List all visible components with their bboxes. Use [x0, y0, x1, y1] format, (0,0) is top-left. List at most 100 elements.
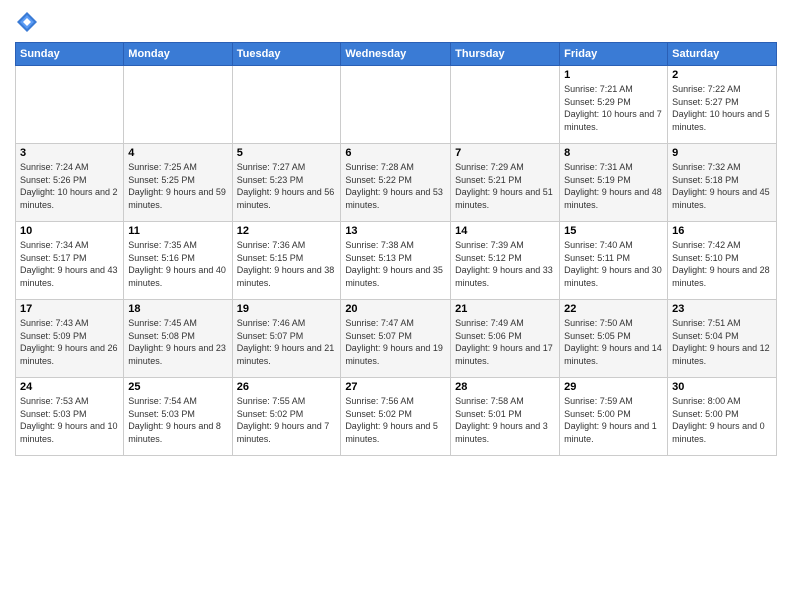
calendar-cell: 26 Sunrise: 7:55 AMSunset: 5:02 PMDayligh… [232, 378, 341, 456]
day-number: 9 [672, 147, 772, 159]
day-info: Sunrise: 7:59 AMSunset: 5:00 PMDaylight:… [564, 395, 663, 445]
day-header-wednesday: Wednesday [341, 43, 451, 66]
calendar-cell: 25 Sunrise: 7:54 AMSunset: 5:03 PMDayligh… [124, 378, 232, 456]
calendar-cell: 17 Sunrise: 7:43 AMSunset: 5:09 PMDayligh… [16, 300, 124, 378]
day-info: Sunrise: 7:40 AMSunset: 5:11 PMDaylight:… [564, 239, 663, 289]
calendar-cell [232, 66, 341, 144]
day-number: 29 [564, 381, 663, 393]
calendar-cell: 20 Sunrise: 7:47 AMSunset: 5:07 PMDayligh… [341, 300, 451, 378]
day-number: 5 [237, 147, 337, 159]
day-info: Sunrise: 7:53 AMSunset: 5:03 PMDaylight:… [20, 395, 119, 445]
calendar-cell: 9 Sunrise: 7:32 AMSunset: 5:18 PMDaylight… [668, 144, 777, 222]
calendar-cell: 14 Sunrise: 7:39 AMSunset: 5:12 PMDayligh… [451, 222, 560, 300]
day-number: 17 [20, 303, 119, 315]
logo-icon [15, 10, 39, 34]
calendar-cell: 22 Sunrise: 7:50 AMSunset: 5:05 PMDayligh… [560, 300, 668, 378]
day-header-saturday: Saturday [668, 43, 777, 66]
day-number: 23 [672, 303, 772, 315]
calendar-cell: 28Sunrise: 7:58 AMSunset: 5:01 PMDayligh… [451, 378, 560, 456]
calendar-cell: 8 Sunrise: 7:31 AMSunset: 5:19 PMDaylight… [560, 144, 668, 222]
day-info: Sunrise: 7:22 AMSunset: 5:27 PMDaylight:… [672, 83, 772, 133]
day-number: 25 [128, 381, 227, 393]
calendar-cell [124, 66, 232, 144]
calendar-cell: 19Sunrise: 7:46 AMSunset: 5:07 PMDayligh… [232, 300, 341, 378]
logo [15, 10, 43, 34]
day-info: Sunrise: 7:29 AMSunset: 5:21 PMDaylight:… [455, 161, 555, 211]
day-number: 27 [345, 381, 446, 393]
calendar-body: 1Sunrise: 7:21 AMSunset: 5:29 PMDaylight… [16, 66, 777, 456]
day-number: 22 [564, 303, 663, 315]
day-number: 6 [345, 147, 446, 159]
day-number: 30 [672, 381, 772, 393]
day-header-tuesday: Tuesday [232, 43, 341, 66]
calendar-cell: 15 Sunrise: 7:40 AMSunset: 5:11 PMDayligh… [560, 222, 668, 300]
day-number: 8 [564, 147, 663, 159]
day-number: 14 [455, 225, 555, 237]
day-info: Sunrise: 7:36 AMSunset: 5:15 PMDaylight:… [237, 239, 337, 289]
calendar-cell: 6 Sunrise: 7:28 AMSunset: 5:22 PMDaylight… [341, 144, 451, 222]
day-number: 13 [345, 225, 446, 237]
day-info: Sunrise: 7:43 AMSunset: 5:09 PMDaylight:… [20, 317, 119, 367]
day-info: Sunrise: 7:46 AMSunset: 5:07 PMDaylight:… [237, 317, 337, 367]
day-info: Sunrise: 7:31 AMSunset: 5:19 PMDaylight:… [564, 161, 663, 211]
page-header [15, 10, 777, 34]
day-info: Sunrise: 7:55 AMSunset: 5:02 PMDaylight:… [237, 395, 337, 445]
calendar-cell [341, 66, 451, 144]
day-number: 11 [128, 225, 227, 237]
day-info: Sunrise: 7:42 AMSunset: 5:10 PMDaylight:… [672, 239, 772, 289]
day-number: 7 [455, 147, 555, 159]
calendar-week-4: 17 Sunrise: 7:43 AMSunset: 5:09 PMDayligh… [16, 300, 777, 378]
day-info: Sunrise: 7:28 AMSunset: 5:22 PMDaylight:… [345, 161, 446, 211]
calendar-cell: 18 Sunrise: 7:45 AMSunset: 5:08 PMDayligh… [124, 300, 232, 378]
day-info: Sunrise: 7:47 AMSunset: 5:07 PMDaylight:… [345, 317, 446, 367]
day-info: Sunrise: 7:25 AMSunset: 5:25 PMDaylight:… [128, 161, 227, 211]
calendar-cell: 21Sunrise: 7:49 AMSunset: 5:06 PMDayligh… [451, 300, 560, 378]
day-info: Sunrise: 7:38 AMSunset: 5:13 PMDaylight:… [345, 239, 446, 289]
day-number: 10 [20, 225, 119, 237]
calendar-cell: 13 Sunrise: 7:38 AMSunset: 5:13 PMDayligh… [341, 222, 451, 300]
calendar-header-row: SundayMondayTuesdayWednesdayThursdayFrid… [16, 43, 777, 66]
day-header-sunday: Sunday [16, 43, 124, 66]
calendar-cell: 12 Sunrise: 7:36 AMSunset: 5:15 PMDayligh… [232, 222, 341, 300]
calendar-cell: 5 Sunrise: 7:27 AMSunset: 5:23 PMDaylight… [232, 144, 341, 222]
day-number: 12 [237, 225, 337, 237]
day-info: Sunrise: 7:45 AMSunset: 5:08 PMDaylight:… [128, 317, 227, 367]
calendar-cell: 4Sunrise: 7:25 AMSunset: 5:25 PMDaylight… [124, 144, 232, 222]
calendar-cell: 24 Sunrise: 7:53 AMSunset: 5:03 PMDayligh… [16, 378, 124, 456]
day-number: 21 [455, 303, 555, 315]
day-header-thursday: Thursday [451, 43, 560, 66]
day-info: Sunrise: 7:35 AMSunset: 5:16 PMDaylight:… [128, 239, 227, 289]
day-number: 28 [455, 381, 555, 393]
day-info: Sunrise: 7:56 AMSunset: 5:02 PMDaylight:… [345, 395, 446, 445]
day-info: Sunrise: 7:54 AMSunset: 5:03 PMDaylight:… [128, 395, 227, 445]
day-info: Sunrise: 7:32 AMSunset: 5:18 PMDaylight:… [672, 161, 772, 211]
day-number: 15 [564, 225, 663, 237]
calendar-cell: 1Sunrise: 7:21 AMSunset: 5:29 PMDaylight… [560, 66, 668, 144]
calendar-week-5: 24 Sunrise: 7:53 AMSunset: 5:03 PMDayligh… [16, 378, 777, 456]
calendar-cell: 11 Sunrise: 7:35 AMSunset: 5:16 PMDayligh… [124, 222, 232, 300]
day-number: 20 [345, 303, 446, 315]
day-number: 18 [128, 303, 227, 315]
calendar-cell: 2 Sunrise: 7:22 AMSunset: 5:27 PMDaylight… [668, 66, 777, 144]
calendar-week-1: 1Sunrise: 7:21 AMSunset: 5:29 PMDaylight… [16, 66, 777, 144]
calendar-cell: 10Sunrise: 7:34 AMSunset: 5:17 PMDayligh… [16, 222, 124, 300]
day-info: Sunrise: 7:27 AMSunset: 5:23 PMDaylight:… [237, 161, 337, 211]
calendar-cell: 30Sunrise: 8:00 AMSunset: 5:00 PMDayligh… [668, 378, 777, 456]
calendar-table: SundayMondayTuesdayWednesdayThursdayFrid… [15, 42, 777, 456]
day-info: Sunrise: 7:24 AMSunset: 5:26 PMDaylight:… [20, 161, 119, 211]
day-info: Sunrise: 7:50 AMSunset: 5:05 PMDaylight:… [564, 317, 663, 367]
day-number: 2 [672, 69, 772, 81]
day-info: Sunrise: 7:39 AMSunset: 5:12 PMDaylight:… [455, 239, 555, 289]
calendar-cell: 3 Sunrise: 7:24 AMSunset: 5:26 PMDaylight… [16, 144, 124, 222]
calendar-cell: 7 Sunrise: 7:29 AMSunset: 5:21 PMDaylight… [451, 144, 560, 222]
day-info: Sunrise: 7:21 AMSunset: 5:29 PMDaylight:… [564, 83, 663, 133]
calendar-cell: 29 Sunrise: 7:59 AMSunset: 5:00 PMDayligh… [560, 378, 668, 456]
day-number: 16 [672, 225, 772, 237]
calendar-week-3: 10Sunrise: 7:34 AMSunset: 5:17 PMDayligh… [16, 222, 777, 300]
day-number: 24 [20, 381, 119, 393]
day-number: 3 [20, 147, 119, 159]
day-number: 26 [237, 381, 337, 393]
day-header-friday: Friday [560, 43, 668, 66]
calendar-cell [451, 66, 560, 144]
day-header-monday: Monday [124, 43, 232, 66]
